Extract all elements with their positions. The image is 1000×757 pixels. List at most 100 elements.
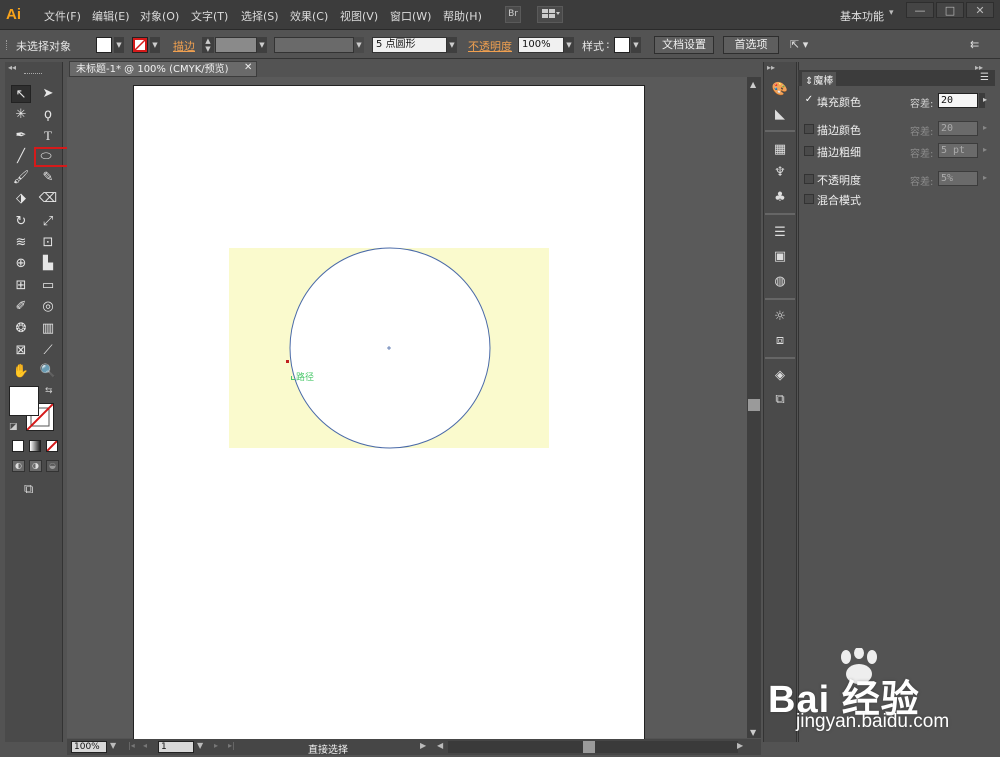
draw-inside-icon[interactable]: ◒ bbox=[46, 460, 59, 472]
artboards-icon[interactable]: ⧉ bbox=[768, 390, 792, 410]
stroke-swatch[interactable] bbox=[132, 37, 148, 53]
opacity-label[interactable]: 不透明度 bbox=[468, 38, 512, 54]
screen-mode-icon[interactable]: ⧉ bbox=[24, 482, 33, 497]
previous-artboard-icon[interactable]: ◂ bbox=[143, 741, 147, 750]
symbol-sprayer-tool-icon[interactable]: ❂ bbox=[11, 320, 31, 338]
panel-menu-icon[interactable]: ☰ bbox=[980, 72, 989, 83]
stroke-weight-tolerance-input[interactable]: 5 pt bbox=[938, 143, 978, 158]
menu-view[interactable]: 视图(V) bbox=[340, 8, 378, 24]
eraser-tool-icon[interactable]: ⌫ bbox=[38, 190, 58, 208]
document-setup-button[interactable]: 文档设置 bbox=[654, 36, 714, 54]
menu-help[interactable]: 帮助(H) bbox=[443, 8, 482, 24]
color-guide-icon[interactable]: ◣ bbox=[768, 105, 792, 125]
control-panel-menu-icon[interactable]: ⇇ bbox=[970, 38, 979, 51]
scroll-up-icon[interactable]: ▲ bbox=[750, 80, 756, 89]
stroke-stepper[interactable]: ▲ ▼ bbox=[202, 37, 214, 53]
type-tool-icon[interactable]: T bbox=[38, 127, 58, 145]
workspace-switcher[interactable]: 基本功能 bbox=[840, 8, 884, 24]
artboard-tool-icon[interactable]: ⊠ bbox=[11, 342, 31, 360]
expand-icon[interactable]: ▸▸ bbox=[767, 63, 775, 72]
chevron-down-icon[interactable]: ▼ bbox=[564, 37, 574, 53]
warp-tool-icon[interactable]: ≋ bbox=[11, 234, 31, 252]
chevron-down-icon[interactable]: ▼ bbox=[631, 37, 641, 53]
collapse-icon[interactable]: ◂◂ bbox=[8, 63, 16, 72]
shape-builder-tool-icon[interactable]: ⊕ bbox=[11, 255, 31, 273]
scroll-left-icon[interactable]: ◀ bbox=[437, 741, 443, 750]
last-artboard-icon[interactable]: ▸| bbox=[228, 741, 235, 750]
bridge-button[interactable]: Br bbox=[505, 6, 521, 23]
document-tab[interactable]: 未标题-1* @ 100% (CMYK/预览) bbox=[69, 61, 257, 77]
minimize-button[interactable]: — bbox=[906, 2, 934, 18]
line-tool-icon[interactable]: ╱ bbox=[11, 148, 31, 166]
zoom-tool-icon[interactable]: 🔍 bbox=[38, 363, 58, 381]
scroll-right-icon[interactable]: ▶ bbox=[737, 741, 743, 750]
swap-colors-icon[interactable]: ⇆ bbox=[45, 386, 53, 396]
blob-brush-tool-icon[interactable]: ⬗ bbox=[11, 190, 31, 208]
stroke-weight-checkbox[interactable] bbox=[804, 146, 814, 156]
maximize-button[interactable]: □ bbox=[936, 2, 964, 18]
stroke-color-tolerance-input[interactable]: 20 bbox=[938, 121, 978, 136]
appearance-icon[interactable]: ☼ bbox=[768, 307, 792, 327]
transparency-icon[interactable]: ◍ bbox=[768, 272, 792, 292]
menu-type[interactable]: 文字(T) bbox=[191, 8, 228, 24]
hand-tool-icon[interactable]: ✋ bbox=[11, 363, 31, 381]
artboard-number-field[interactable]: 1 bbox=[158, 741, 194, 753]
scale-tool-icon[interactable]: ⤢ bbox=[38, 213, 58, 231]
color-palette-icon[interactable]: 🎨 bbox=[768, 80, 792, 100]
pen-tool-icon[interactable]: ✒ bbox=[11, 127, 31, 145]
brush-definition[interactable]: 5 点圆形 bbox=[372, 37, 447, 53]
column-graph-tool-icon[interactable]: ▥ bbox=[38, 320, 58, 338]
mesh-tool-icon[interactable]: ⊞ bbox=[11, 277, 31, 295]
rotate-tool-icon[interactable]: ↻ bbox=[11, 213, 31, 231]
opacity-tolerance-input[interactable]: 5% bbox=[938, 171, 978, 186]
horizontal-scroll-thumb[interactable] bbox=[583, 741, 595, 753]
gradient-mode-icon[interactable] bbox=[29, 440, 41, 452]
menu-object[interactable]: 对象(O) bbox=[140, 8, 179, 24]
first-artboard-icon[interactable]: |◂ bbox=[128, 741, 135, 750]
color-mode-icon[interactable] bbox=[12, 440, 24, 452]
collapse-icon[interactable]: ▸▸ bbox=[975, 63, 983, 72]
chevron-down-icon[interactable]: ▼ bbox=[354, 37, 364, 53]
menu-edit[interactable]: 编辑(E) bbox=[92, 8, 130, 24]
stroke-color-checkbox[interactable] bbox=[804, 124, 814, 134]
draw-behind-icon[interactable]: ◑ bbox=[29, 460, 42, 472]
stroke-label[interactable]: 描边 bbox=[173, 38, 195, 54]
layers-icon[interactable]: ◈ bbox=[768, 366, 792, 386]
close-button[interactable]: ✕ bbox=[966, 2, 994, 18]
direct-selection-tool-icon[interactable]: ➤ bbox=[38, 85, 58, 103]
status-menu-icon[interactable]: ▶ bbox=[420, 741, 426, 750]
fill-tolerance-input[interactable]: 20 bbox=[938, 93, 978, 108]
chevron-down-icon[interactable]: ▼ bbox=[447, 37, 457, 53]
menu-effect[interactable]: 效果(C) bbox=[290, 8, 328, 24]
brushes-icon[interactable]: ♆ bbox=[768, 163, 792, 183]
lasso-tool-icon[interactable]: ϙ bbox=[38, 106, 58, 124]
zoom-field[interactable]: 100% bbox=[71, 741, 107, 753]
none-mode-icon[interactable] bbox=[46, 440, 58, 452]
vertical-scroll-thumb[interactable] bbox=[748, 399, 760, 411]
gradient-panel-icon[interactable]: ▣ bbox=[768, 247, 792, 267]
draw-normal-icon[interactable]: ◐ bbox=[12, 460, 25, 472]
graphic-styles-icon[interactable]: ⧈ bbox=[768, 331, 792, 351]
symbols-icon[interactable]: ♣ bbox=[768, 188, 792, 208]
menu-select[interactable]: 选择(S) bbox=[241, 8, 279, 24]
chevron-right-icon[interactable]: ▸ bbox=[983, 173, 987, 182]
circle-shape[interactable] bbox=[285, 245, 495, 455]
gradient-tool-icon[interactable]: ▭ bbox=[38, 277, 58, 295]
fill-color-checkbox[interactable]: ✓ bbox=[804, 95, 814, 105]
chevron-right-icon[interactable]: ▸ bbox=[983, 123, 987, 132]
menu-file[interactable]: 文件(F) bbox=[44, 8, 81, 24]
chevron-down-icon[interactable]: ▼ bbox=[197, 741, 203, 750]
variable-width-profile[interactable] bbox=[274, 37, 354, 53]
fill-swatch[interactable] bbox=[96, 37, 112, 53]
blend-mode-checkbox[interactable] bbox=[804, 194, 814, 204]
slice-tool-icon[interactable]: ⟋ bbox=[38, 342, 58, 360]
perspective-grid-tool-icon[interactable]: ▙ bbox=[38, 255, 58, 273]
chevron-down-icon[interactable]: ▼ bbox=[110, 741, 116, 750]
default-colors-icon[interactable]: ◪ bbox=[9, 422, 18, 432]
swatches-icon[interactable]: ▦ bbox=[768, 140, 792, 160]
selection-tool-icon[interactable]: ↖ bbox=[11, 85, 31, 103]
arrange-icon[interactable]: ⇱ ▾ bbox=[790, 38, 808, 51]
stroke-weight-field[interactable] bbox=[215, 37, 257, 53]
chevron-down-icon[interactable]: ▼ bbox=[150, 37, 160, 53]
magic-wand-tool-icon[interactable]: ✳ bbox=[11, 106, 31, 124]
